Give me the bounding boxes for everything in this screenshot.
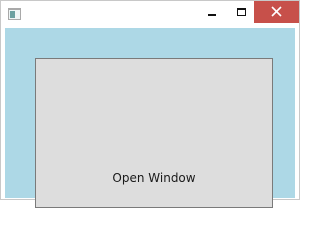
open-window-button[interactable]: Open Window (36, 171, 272, 185)
client-area: Open Window (5, 28, 295, 208)
close-icon (271, 6, 282, 17)
app-icon-bar (9, 9, 20, 10)
app-icon-pane (10, 11, 15, 18)
title-bar[interactable] (1, 1, 299, 28)
content-panel: Open Window (35, 58, 273, 208)
maximize-button[interactable] (226, 1, 256, 23)
minimize-button[interactable] (196, 1, 226, 23)
app-icon[interactable] (8, 8, 21, 20)
minimize-icon (208, 14, 216, 16)
close-button[interactable] (254, 1, 299, 23)
application-window: Open Window (0, 0, 300, 208)
maximize-icon (237, 8, 246, 16)
